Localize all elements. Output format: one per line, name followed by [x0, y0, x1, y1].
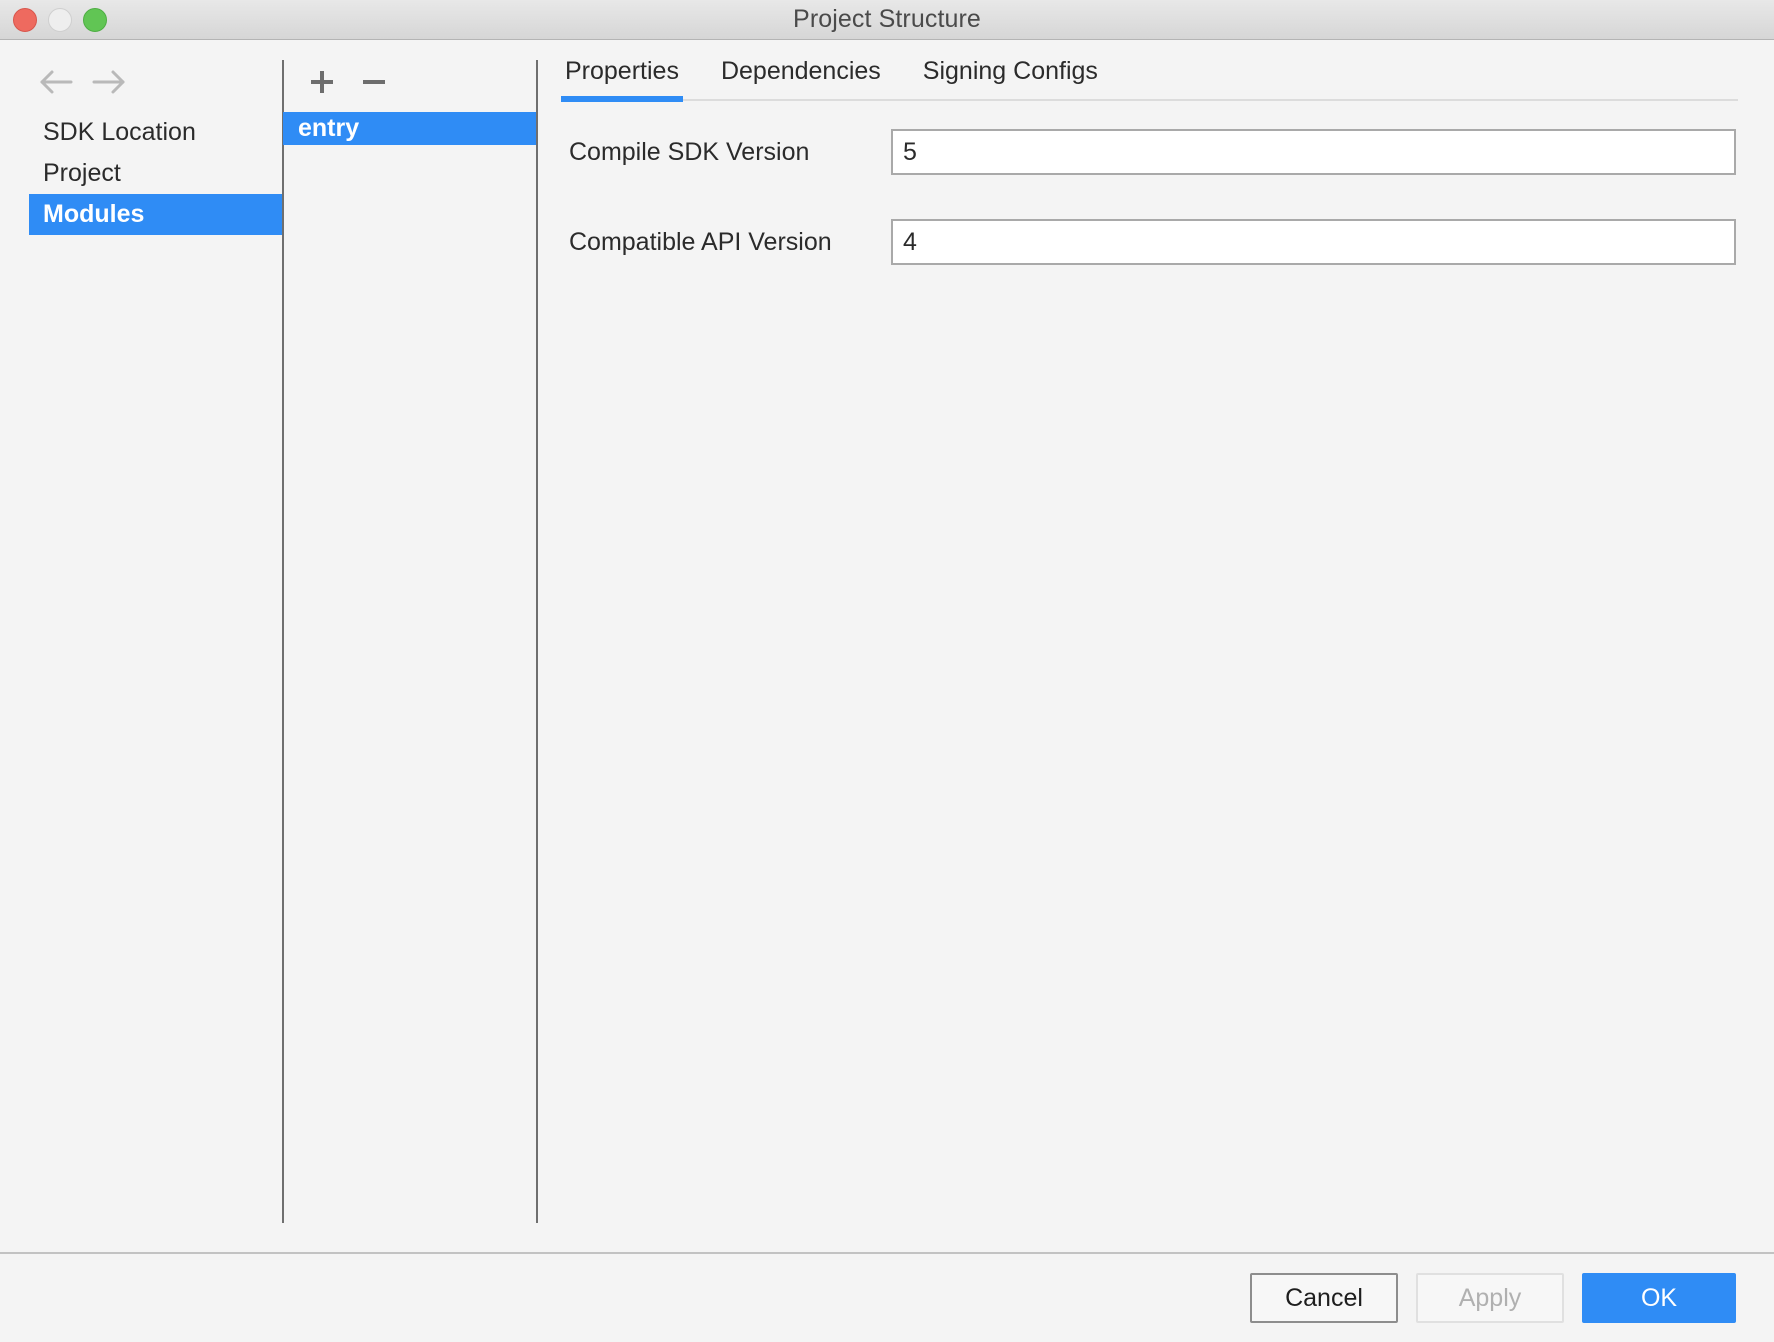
compatible-api-version-row: Compatible API Version — [569, 219, 1736, 265]
cancel-button-label: Cancel — [1285, 1283, 1363, 1312]
compile-sdk-version-row: Compile SDK Version — [569, 129, 1736, 175]
tab-signing-configs[interactable]: Signing Configs — [923, 57, 1098, 102]
compile-sdk-version-label: Compile SDK Version — [569, 137, 810, 166]
compatible-api-version-input[interactable] — [891, 219, 1736, 265]
modules-panel: entry — [283, 40, 537, 1252]
ok-button[interactable]: OK — [1582, 1273, 1736, 1323]
sidebar-navigation — [0, 60, 283, 104]
tab-active-indicator — [717, 96, 885, 102]
sidebar-item-project[interactable]: Project — [29, 153, 283, 194]
content-panel: Properties Dependencies Signing Configs … — [537, 40, 1774, 1252]
apply-button[interactable]: Apply — [1416, 1273, 1564, 1323]
forward-arrow-icon[interactable] — [91, 67, 127, 97]
modules-list: entry — [283, 112, 537, 145]
window-controls — [13, 0, 107, 40]
sidebar-item-sdk-location[interactable]: SDK Location — [29, 112, 283, 153]
window-title: Project Structure — [793, 5, 981, 33]
remove-module-icon[interactable] — [359, 67, 389, 97]
compatible-api-version-label: Compatible API Version — [569, 227, 832, 256]
properties-form: Compile SDK Version Compatible API Versi… — [551, 102, 1774, 265]
tab-label: Signing Configs — [922, 57, 1098, 85]
window-titlebar: Project Structure — [0, 0, 1774, 40]
tab-dependencies[interactable]: Dependencies — [721, 57, 881, 102]
close-window-icon[interactable] — [13, 8, 37, 32]
project-structure-dialog: Project Structure SDK Location Project M… — [0, 0, 1774, 1342]
sidebar-item-label: Project — [43, 159, 121, 187]
dialog-footer: Cancel Apply OK — [0, 1252, 1774, 1342]
cancel-button[interactable]: Cancel — [1250, 1273, 1398, 1323]
dialog-body: SDK Location Project Modules entry Prope… — [0, 40, 1774, 1252]
add-module-icon[interactable] — [307, 67, 337, 97]
ok-button-label: OK — [1640, 1283, 1678, 1312]
zoom-window-icon[interactable] — [83, 8, 107, 32]
tab-active-indicator — [919, 96, 1102, 102]
tab-active-indicator — [561, 96, 683, 102]
tab-label: Properties — [565, 57, 679, 85]
compile-sdk-version-input[interactable] — [891, 129, 1736, 175]
back-arrow-icon[interactable] — [38, 67, 74, 97]
modules-toolbar — [283, 60, 537, 104]
module-item-label: entry — [298, 114, 360, 142]
sidebar-item-label: SDK Location — [43, 118, 196, 146]
tab-label: Dependencies — [720, 57, 881, 85]
sidebar-item-label: Modules — [43, 200, 145, 228]
module-item-entry[interactable]: entry — [283, 112, 537, 145]
minimize-window-icon[interactable] — [48, 8, 72, 32]
sidebar-list: SDK Location Project Modules — [0, 112, 283, 235]
sidebar-item-modules[interactable]: Modules — [29, 194, 283, 235]
sidebar: SDK Location Project Modules — [0, 40, 283, 1252]
tab-bar: Properties Dependencies Signing Configs — [551, 40, 1738, 102]
tab-properties[interactable]: Properties — [561, 57, 683, 102]
apply-button-label: Apply — [1458, 1283, 1522, 1312]
